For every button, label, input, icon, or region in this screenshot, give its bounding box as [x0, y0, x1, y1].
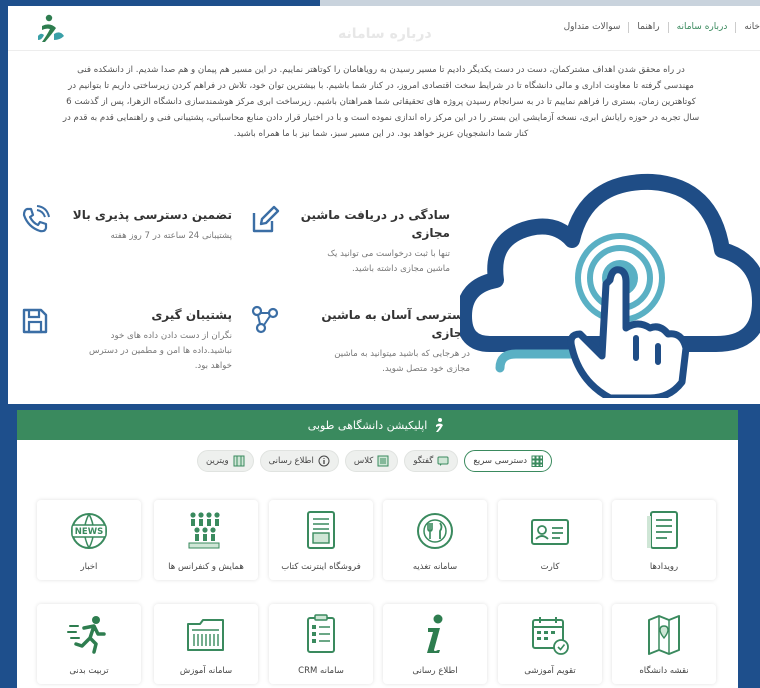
- chip-class[interactable]: کلاس: [344, 450, 399, 472]
- category-chips: دسترسی سریع گفتگو کلاس اطلاع رسانی ویتری…: [197, 450, 553, 472]
- conference-icon: [188, 512, 220, 549]
- nav-home-link[interactable]: خانه: [735, 22, 760, 33]
- folder-icon: [187, 619, 224, 651]
- feature-backup: پشتیبان گیری نگران از دست دادن داده های …: [42, 306, 232, 374]
- chip-label: کلاس: [353, 456, 374, 466]
- nav-guide-link[interactable]: راهنما: [628, 22, 667, 33]
- tile-label: کارت: [540, 562, 560, 572]
- cloud-touch-illustration: [460, 173, 760, 398]
- info-icon: [318, 455, 330, 467]
- feature-desc-line: ماشین مجازی داشته باشید.: [351, 264, 450, 274]
- feature-high-availability: تضمین دسترسی پذیری بالا پشتیبانی 24 ساعت…: [42, 206, 232, 244]
- chip-notifications[interactable]: اطلاع رسانی: [259, 450, 339, 472]
- feature-easy-access: دسترسی آسان به ماشین مجازی در هرجایی که …: [300, 306, 470, 377]
- feature-title: تضمین دسترسی پذیری بالا: [72, 208, 232, 222]
- about-page: درباره سامانه خانه درباره سامانه راهنما …: [8, 6, 760, 404]
- chip-showcase[interactable]: ویترین: [197, 450, 254, 472]
- page-title-ghost: درباره سامانه: [338, 26, 432, 42]
- app-tile-education[interactable]: سامانه آموزش: [154, 604, 258, 684]
- feature-desc: پشتیبانی 24 ساعته در 7 روز هفته: [42, 229, 232, 244]
- app-tile-info[interactable]: اطلاع رسانی: [383, 604, 487, 684]
- feature-desc-line: نگران از دست دادن داده های خود: [110, 331, 232, 341]
- nav-links: خانه درباره سامانه راهنما سوالات متداول: [556, 22, 760, 33]
- news-globe-icon: NEWS: [71, 513, 107, 549]
- phone-icon: [22, 205, 50, 233]
- feature-title: پشتیبان گیری: [151, 308, 232, 322]
- feature-easy-vm: سادگی در دریافت ماشین مجازی تنها با ثبت …: [300, 206, 450, 277]
- tile-label: سامانه تغذیه: [412, 562, 458, 572]
- chat-icon: [437, 456, 449, 466]
- tile-label: فروشگاه اینترنت کتاب: [281, 562, 361, 572]
- calendar-icon: [532, 617, 569, 655]
- feature-desc-line: نباشید.داده ها امن و مطمین در دسترس: [89, 346, 232, 356]
- feature-title: دسترسی آسان به ماشین مجازی: [321, 308, 470, 340]
- save-icon: [22, 308, 48, 334]
- nav-about-link[interactable]: درباره سامانه: [667, 22, 736, 33]
- map-icon: [648, 615, 680, 655]
- top-navbar: درباره سامانه خانه درباره سامانه راهنما …: [8, 6, 760, 51]
- tile-label: اطلاع رسانی: [412, 666, 458, 676]
- news-icon-text: NEWS: [75, 527, 103, 537]
- feature-desc-line: تنها با ثبت درخواست می توانید یک: [327, 249, 450, 259]
- about-line: در راه محقق شدن اهداف مشترکمان، دست در د…: [77, 65, 685, 75]
- app-tile-map[interactable]: نقشه دانشگاه: [612, 604, 716, 684]
- chip-label: ویترین: [206, 456, 229, 466]
- feature-desc-line: در هرجایی که باشید میتوانید به ماشین: [334, 349, 470, 359]
- runner-icon: [67, 616, 106, 654]
- tile-label: اخبار: [80, 562, 98, 572]
- feature-desc-line: خواهد بود.: [194, 361, 232, 371]
- book-store-icon: [307, 511, 335, 549]
- app-tile-card[interactable]: کارت: [498, 500, 602, 580]
- about-line: کوتاهترین زمان، بستری را فراهم نماییم تا…: [66, 97, 696, 107]
- info-i-icon: [427, 614, 443, 653]
- app-tile-events[interactable]: رویدادها: [612, 500, 716, 580]
- app-tile-news[interactable]: NEWS اخبار: [37, 500, 141, 580]
- chip-label: اطلاع رسانی: [268, 456, 314, 466]
- feature-desc-line: پشتیبانی 24 ساعته در 7 روز هفته: [110, 231, 232, 241]
- chip-label: گفتگو: [413, 456, 434, 466]
- food-icon: [417, 513, 453, 549]
- feature-desc: نگران از دست دادن داده های خود نباشید.دا…: [42, 329, 232, 374]
- about-line: کنار شما دانشجویان عزیز خواهد بود. در ای…: [233, 129, 529, 139]
- app-header: اپلیکیشن دانشگاهی طوبی: [17, 410, 738, 440]
- tooba-app-panel: اپلیکیشن دانشگاهی طوبی دسترسی سریع گفتگو…: [17, 410, 738, 688]
- grid-icon: [531, 455, 544, 467]
- app-tile-crm[interactable]: سامانه CRM: [269, 604, 373, 684]
- nav-faq-link[interactable]: سوالات متداول: [556, 22, 629, 33]
- chip-quick-access[interactable]: دسترسی سریع: [464, 450, 553, 472]
- tile-label: همایش و کنفرانس ها: [168, 562, 244, 572]
- store-icon: [233, 455, 245, 467]
- app-tile-physical-education[interactable]: تربیت بدنی: [37, 604, 141, 684]
- tile-label: تقویم آموزشی: [524, 666, 576, 676]
- app-title: اپلیکیشن دانشگاهی طوبی: [307, 418, 428, 432]
- class-icon: [377, 455, 389, 467]
- tile-label: سامانه آموزش: [179, 666, 233, 676]
- feature-title: سادگی در دریافت ماشین مجازی: [300, 208, 450, 240]
- edit-icon: [252, 205, 280, 233]
- about-paragraph: در راه محقق شدن اهداف مشترکمان، دست در د…: [8, 62, 754, 142]
- checklist-icon: [307, 614, 335, 653]
- logo-icon: [38, 14, 64, 42]
- about-line: مهندسی گرفته تا معاونت اداری و مالی دانش…: [68, 81, 694, 91]
- app-tile-bookstore[interactable]: فروشگاه اینترنت کتاب: [269, 500, 373, 580]
- feature-desc: در هرجایی که باشید میتوانید به ماشین مجا…: [300, 347, 470, 377]
- app-tile-academic-calendar[interactable]: تقویم آموزشی: [498, 604, 602, 684]
- about-line: سال تجربه در حوزه رایانش ابری، نسخه آزما…: [62, 113, 700, 123]
- tile-label: سامانه CRM: [298, 666, 344, 676]
- app-tile-conferences[interactable]: همایش و کنفرانس ها: [154, 500, 258, 580]
- app-tile-food[interactable]: سامانه تغذیه: [383, 500, 487, 580]
- tile-label: تربیت بدنی: [69, 666, 109, 676]
- document-icon: [647, 511, 678, 549]
- id-card-icon: [531, 519, 569, 545]
- tile-label: نقشه دانشگاه: [639, 666, 689, 676]
- feature-desc-line: مجازی خود متصل شوید.: [382, 364, 470, 374]
- logo-icon: [436, 418, 444, 432]
- share-network-icon: [251, 305, 279, 334]
- feature-desc: تنها با ثبت درخواست می توانید یک ماشین م…: [300, 247, 450, 277]
- tile-label: رویدادها: [649, 562, 679, 572]
- chip-label: دسترسی سریع: [473, 456, 528, 466]
- chip-chat[interactable]: گفتگو: [404, 450, 459, 472]
